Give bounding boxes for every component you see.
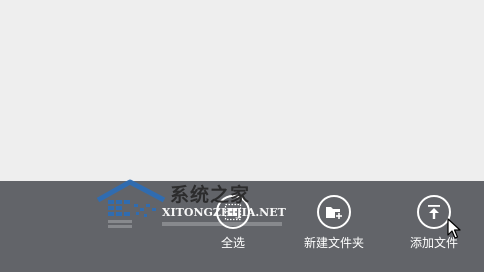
- new-folder-label: 新建文件夹: [303, 236, 364, 250]
- content-area: [0, 0, 484, 181]
- watermark-logo: 系统之家 XITONGZHIJIA.NET: [92, 178, 292, 238]
- select-all-label: 全选: [220, 236, 245, 250]
- add-file-label: 添加文件: [409, 236, 458, 250]
- watermark-subtitle: XITONGZHIJIA.NET: [162, 206, 286, 219]
- mouse-cursor-icon: [447, 218, 461, 239]
- watermark-reflection: [108, 220, 282, 228]
- add-file-button[interactable]: 添加文件: [394, 195, 474, 265]
- upload-icon: [417, 195, 451, 229]
- watermark-title: 系统之家: [170, 184, 251, 206]
- new-folder-button[interactable]: 新建文件夹: [294, 195, 374, 265]
- house-logo-icon: [96, 179, 166, 217]
- new-folder-icon: [317, 195, 351, 229]
